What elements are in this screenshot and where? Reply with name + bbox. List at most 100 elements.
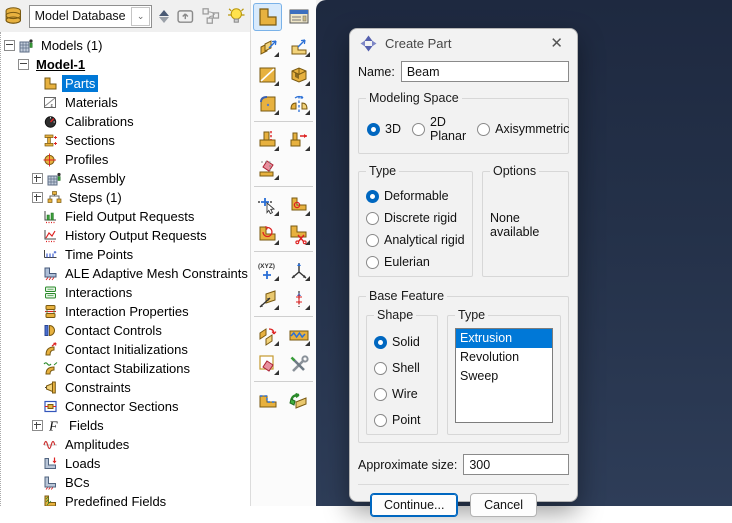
delete-feature-button[interactable] — [253, 155, 282, 183]
planar-shell-button[interactable] — [253, 61, 282, 89]
tree-item-label[interactable]: Field Output Requests — [62, 208, 197, 225]
tree-item-label[interactable]: Loads — [62, 455, 103, 472]
sketch-copy-button[interactable] — [253, 321, 282, 349]
tree-item-fields[interactable]: F Fields — [1, 416, 250, 435]
tree-item-history-output-requests[interactable]: History Output Requests — [1, 226, 250, 245]
blend-feature-button[interactable] — [253, 220, 282, 248]
tree-item-steps[interactable]: Steps (1) — [1, 188, 250, 207]
round-chamfer-button[interactable] — [253, 90, 282, 118]
tree-item-label[interactable]: Connector Sections — [62, 398, 181, 415]
tree-item-amplitudes[interactable]: Amplitudes — [1, 435, 250, 454]
tree-item-label[interactable]: ALE Adaptive Mesh Constraints — [62, 265, 250, 282]
tree-item-label[interactable]: Calibrations — [62, 113, 137, 130]
approximate-size-input[interactable]: 300 — [463, 454, 569, 475]
tree-item-label[interactable]: Predefined Fields — [62, 493, 169, 506]
tree-item-connector-sections[interactable]: Connector Sections — [1, 397, 250, 416]
tree-item-time-points[interactable]: Time Points — [1, 245, 250, 264]
radio-button[interactable] — [374, 414, 387, 427]
create-part-button[interactable] — [253, 3, 282, 31]
tree-item-interaction-properties[interactable]: Interaction Properties — [1, 302, 250, 321]
radio-button[interactable] — [477, 123, 490, 136]
model-database-combobox[interactable]: Model Database ⌄ — [29, 5, 153, 28]
radio-shell[interactable]: Shell — [374, 361, 430, 375]
tree-item-loads[interactable]: Loads — [1, 454, 250, 473]
radio-button-checked[interactable] — [366, 190, 379, 203]
move-feature-button[interactable] — [284, 126, 313, 154]
solid-from-shell-button[interactable] — [284, 32, 313, 60]
partition-button[interactable] — [253, 126, 282, 154]
fillet-corner-button[interactable] — [284, 191, 313, 219]
radio-point[interactable]: Point — [374, 413, 430, 427]
expand-icon[interactable] — [32, 420, 43, 431]
expand-icon[interactable] — [32, 173, 43, 184]
list-item-extrusion[interactable]: Extrusion — [456, 329, 552, 348]
erase-sketch-button[interactable] — [253, 350, 282, 378]
spinner-down-icon[interactable] — [159, 17, 169, 23]
radio-button[interactable] — [412, 123, 425, 136]
tree-item-label[interactable]: Contact Stabilizations — [62, 360, 193, 377]
tree-item-sections[interactable]: Sections — [1, 131, 250, 150]
tree-item-constraints[interactable]: Constraints — [1, 378, 250, 397]
tree-item-label[interactable]: Materials — [62, 94, 121, 111]
radio-button[interactable] — [366, 212, 379, 225]
tree-item-label[interactable]: Contact Controls — [62, 322, 165, 339]
trim-feature-button[interactable] — [284, 220, 313, 248]
customize-tools-button[interactable] — [284, 350, 313, 378]
shell-from-solid-button[interactable] — [253, 32, 282, 60]
model-spinner[interactable] — [157, 10, 170, 23]
tree-item-models[interactable]: Models (1) — [1, 36, 250, 55]
datum-axis-button[interactable] — [284, 285, 313, 313]
tree-item-label[interactable]: Profiles — [62, 151, 111, 168]
tree-item-label[interactable]: Assembly — [66, 170, 128, 187]
tree-item-label[interactable]: Sections — [62, 132, 118, 149]
tree-item-label[interactable]: Constraints — [62, 379, 134, 396]
radio-eulerian[interactable]: Eulerian — [366, 255, 465, 269]
tree-item-label[interactable]: Steps (1) — [66, 189, 125, 206]
feature-type-listbox[interactable]: Extrusion Revolution Sweep — [455, 328, 553, 423]
radio-solid[interactable]: Solid — [374, 335, 430, 349]
expand-icon[interactable] — [32, 192, 43, 203]
close-icon[interactable]: ✕ — [546, 34, 567, 53]
radio-button[interactable] — [366, 256, 379, 269]
radio-3d[interactable]: 3D — [367, 115, 401, 143]
mirror-part-button[interactable] — [284, 90, 313, 118]
reference-point-button[interactable] — [253, 191, 282, 219]
sketch-zigzag-button[interactable] — [284, 321, 313, 349]
datum-point-button[interactable]: (XYZ) — [253, 256, 282, 284]
radio-deformable[interactable]: Deformable — [366, 189, 465, 203]
geometry-edit-button[interactable] — [253, 386, 282, 414]
remove-faces-button[interactable] — [284, 61, 313, 89]
tree-item-contact-stabilizations[interactable]: Contact Stabilizations — [1, 359, 250, 378]
continue-button[interactable]: Continue... — [370, 493, 458, 517]
tree-item-parts[interactable]: Parts — [1, 74, 250, 93]
radio-button-checked[interactable] — [367, 123, 380, 136]
tree-item-label[interactable]: Models (1) — [38, 37, 105, 54]
tree-item-assembly[interactable]: Assembly — [1, 169, 250, 188]
radio-button-checked[interactable] — [374, 336, 387, 349]
tree-item-label[interactable]: History Output Requests — [62, 227, 210, 244]
tree-item-label[interactable]: Time Points — [62, 246, 136, 263]
list-item-sweep[interactable]: Sweep — [456, 367, 552, 386]
tree-item-calibrations[interactable]: Calibrations — [1, 112, 250, 131]
radio-wire[interactable]: Wire — [374, 387, 430, 401]
tree-item-model-1[interactable]: Model-1 — [1, 55, 250, 74]
datum-plane-button[interactable] — [253, 285, 282, 313]
lightbulb-icon[interactable] — [226, 5, 247, 27]
cancel-button[interactable]: Cancel — [470, 493, 537, 517]
radio-button[interactable] — [374, 362, 387, 375]
tree-item-predefined-fields[interactable]: Predefined Fields — [1, 492, 250, 506]
tree-item-field-output-requests[interactable]: Field Output Requests — [1, 207, 250, 226]
folder-up-icon[interactable] — [175, 5, 196, 27]
radio-2d-planar[interactable]: 2D Planar — [412, 115, 466, 143]
tree-item-profiles[interactable]: Profiles — [1, 150, 250, 169]
geometry-repair-button[interactable] — [284, 386, 313, 414]
tree-item-label[interactable]: Fields — [66, 417, 107, 434]
tree-item-materials[interactable]: ε Materials — [1, 93, 250, 112]
name-input[interactable]: Beam — [401, 61, 569, 82]
tree-item-label[interactable]: Interaction Properties — [62, 303, 192, 320]
tree-item-label[interactable]: Parts — [62, 75, 98, 92]
tree-item-interactions[interactable]: Interactions — [1, 283, 250, 302]
radio-analytical-rigid[interactable]: Analytical rigid — [366, 233, 465, 247]
tree-item-label[interactable]: Model-1 — [33, 56, 88, 73]
chevron-down-icon[interactable]: ⌄ — [131, 7, 150, 26]
